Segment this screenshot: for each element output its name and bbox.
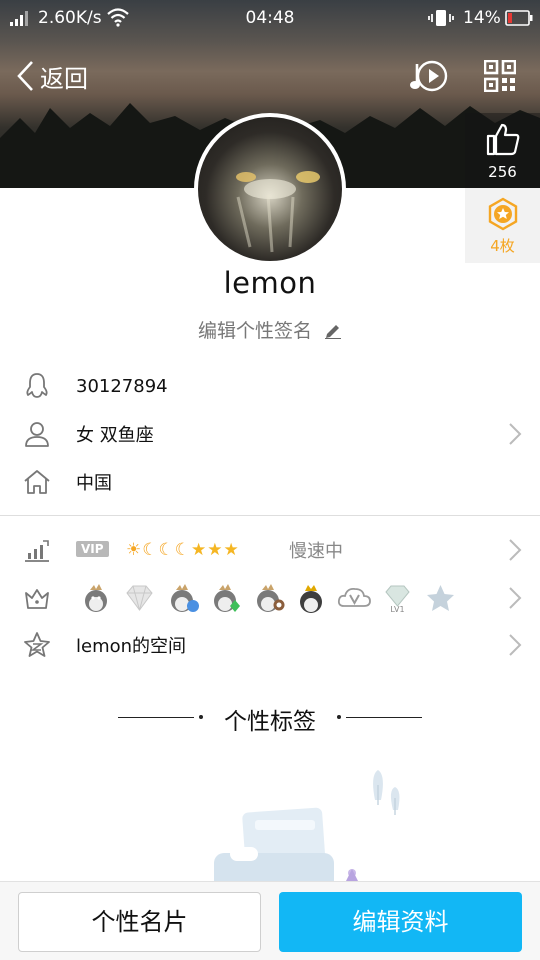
chevron-right-icon bbox=[509, 423, 522, 445]
penguin-gold-crown-icon bbox=[300, 585, 322, 613]
chevron-right-icon bbox=[509, 539, 522, 561]
level-chart-icon bbox=[25, 540, 49, 562]
tags-divider-right bbox=[346, 717, 422, 718]
medal-count: 4枚 bbox=[490, 237, 515, 255]
penguin-green-icon bbox=[214, 584, 240, 612]
clock: 04:48 bbox=[245, 8, 295, 28]
location: 中国 bbox=[76, 473, 112, 494]
avatar[interactable] bbox=[194, 113, 346, 265]
battery-percent: 14% bbox=[463, 8, 501, 28]
chevron-right-icon bbox=[509, 634, 522, 656]
section-divider bbox=[0, 515, 540, 516]
chevron-left-icon bbox=[17, 61, 33, 91]
penguin-blue-icon bbox=[171, 584, 199, 612]
diamond-icon bbox=[126, 585, 153, 611]
penguin-cat-icon bbox=[257, 584, 285, 612]
crown-icon bbox=[25, 589, 49, 609]
vip-badge: VIP bbox=[76, 540, 109, 561]
sun-icon: ☀ bbox=[126, 540, 142, 560]
like-count: 256 bbox=[488, 163, 517, 181]
vip-badge-label: VIP bbox=[76, 540, 109, 557]
chevron-right-icon bbox=[509, 587, 522, 609]
music-play-icon[interactable] bbox=[408, 58, 450, 94]
moon-icon: ☾ bbox=[174, 540, 190, 560]
gender-row[interactable]: 女 双鱼座 bbox=[0, 410, 540, 458]
signature-text: 编辑个性签名 bbox=[197, 320, 312, 342]
moon-icon: ☾ bbox=[142, 540, 158, 560]
cloud-v-icon bbox=[337, 587, 371, 607]
nickname: lemon bbox=[223, 266, 317, 300]
like-button[interactable]: 256 bbox=[465, 113, 540, 188]
edit-profile-button[interactable]: 编辑资料 bbox=[279, 892, 522, 952]
medal-button[interactable]: 4枚 bbox=[465, 188, 540, 263]
gender-constellation: 女 双鱼座 bbox=[76, 425, 154, 446]
avatar-image bbox=[236, 171, 320, 253]
star-icon: ★ bbox=[223, 540, 239, 560]
privileges-row[interactable]: LV1 bbox=[0, 574, 540, 622]
back-label: 返回 bbox=[40, 64, 88, 93]
bottom-action-bar: 个性名片 编辑资料 bbox=[0, 881, 540, 960]
vibrate-icon bbox=[428, 10, 454, 26]
star-icon: ★ bbox=[191, 540, 207, 560]
qq-number: 30127894 bbox=[76, 375, 168, 397]
star-badge-icon bbox=[427, 585, 454, 611]
penguin-icon bbox=[26, 373, 48, 398]
battery-low-icon bbox=[505, 10, 533, 26]
diamond-lv1-icon: LV1 bbox=[385, 585, 410, 614]
back-button[interactable]: 返回 bbox=[14, 58, 88, 94]
speed-status: 慢速中 bbox=[289, 541, 343, 562]
edit-signature[interactable]: 编辑个性签名 bbox=[0, 316, 540, 343]
qq-penguin-crown-icon bbox=[85, 584, 107, 612]
qzone-label: lemon的空间 bbox=[76, 636, 187, 657]
thumbs-up-icon bbox=[486, 123, 519, 156]
svg-text:LV1: LV1 bbox=[390, 605, 404, 614]
vip-row[interactable]: VIP ☀ ☾ ☾ ☾ ★ ★ ★ 慢速中 bbox=[0, 526, 540, 574]
moon-icon: ☾ bbox=[158, 540, 174, 560]
qr-code-icon[interactable] bbox=[484, 60, 516, 92]
tags-title: 个性标签 bbox=[224, 709, 316, 735]
qq-number-row: 30127894 bbox=[0, 362, 540, 410]
location-row: 中国 bbox=[0, 458, 540, 506]
pencil-icon bbox=[325, 325, 342, 339]
profile-card-button[interactable]: 个性名片 bbox=[18, 892, 261, 952]
level-icons: ☀ ☾ ☾ ☾ ★ ★ ★ bbox=[126, 539, 239, 561]
qzone-star-icon bbox=[24, 632, 50, 657]
home-icon bbox=[24, 470, 50, 494]
star-icon: ★ bbox=[207, 540, 223, 560]
medal-star-icon bbox=[488, 197, 517, 231]
privilege-icons: LV1 bbox=[78, 582, 459, 614]
person-icon bbox=[25, 422, 49, 447]
tags-illustration bbox=[214, 770, 400, 882]
qzone-row[interactable]: lemon的空间 bbox=[0, 621, 540, 669]
tags-dot-right bbox=[337, 715, 341, 719]
status-bar: 2.60K/s 04:48 14% bbox=[0, 0, 540, 36]
